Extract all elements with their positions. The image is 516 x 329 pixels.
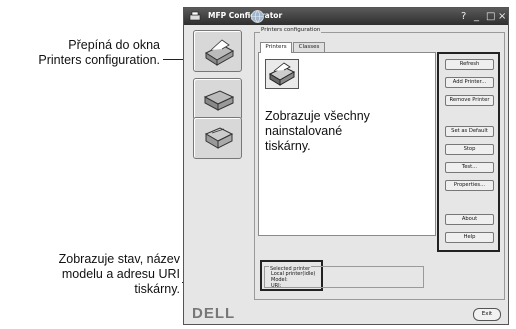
exit-button[interactable]: Exit (473, 308, 501, 321)
printer-icon (268, 62, 296, 86)
globe-icon (251, 10, 264, 23)
about-button[interactable]: About (445, 214, 494, 225)
callout-line: tiskárny. (134, 282, 180, 296)
dell-logo: DELL (192, 305, 236, 322)
callout-printers-configuration: Přepíná do okna Printers configuration. (0, 38, 160, 68)
callout-line: Zobrazuje všechny (265, 109, 370, 123)
add-printer-button[interactable]: Add Printer... (445, 77, 494, 88)
properties-button[interactable]: Properties... (445, 180, 494, 191)
group-label: Printers configuration (260, 27, 322, 33)
scanner-icon (203, 90, 235, 111)
close-button[interactable]: × (498, 10, 506, 23)
sidebar-item-scanners[interactable] (193, 78, 242, 120)
refresh-button[interactable]: Refresh (445, 59, 494, 70)
callout-line: modelu a adresu URI (61, 267, 180, 281)
port-icon (204, 127, 234, 149)
help-button[interactable]: Help (445, 232, 494, 243)
callout-line: nainstalované (265, 124, 343, 138)
callout-line: tiskárny. (265, 139, 311, 153)
sidebar-item-printers[interactable] (193, 30, 242, 72)
set-as-default-button[interactable]: Set as Default (445, 126, 494, 137)
printer-list-item[interactable] (265, 59, 299, 89)
printer-actions-panel: Refresh Add Printer... Remove Printer Se… (437, 52, 500, 252)
callout-selected-printer: Zobrazuje stav, název modelu a adresu UR… (0, 252, 180, 297)
help-button[interactable]: ? (461, 10, 466, 23)
stop-button[interactable]: Stop (445, 144, 494, 155)
selected-printer-highlight: Selected printer Local printer(idle) Mod… (260, 260, 424, 291)
test-button[interactable]: Test... (445, 162, 494, 173)
callout-line: Přepíná do okna (68, 38, 160, 52)
tab-classes[interactable]: Classes (293, 42, 325, 52)
printer-uri: URI: (271, 283, 282, 289)
callout-line: Zobrazuje stav, název (58, 252, 180, 266)
printer-app-icon (189, 11, 201, 21)
printer-list[interactable]: Zobrazuje všechny nainstalované tiskárny… (258, 52, 436, 236)
callout-printer-list: Zobrazuje všechny nainstalované tiskárny… (265, 109, 425, 154)
minimize-button[interactable]: _ (474, 10, 479, 23)
title-bar[interactable]: MFP Configurator ? _ □ × (184, 8, 508, 25)
callout-line: Printers configuration. (38, 53, 160, 67)
selected-printer-panel: Selected printer Local printer(idle) Mod… (264, 266, 424, 289)
sidebar-item-ports[interactable] (193, 117, 242, 159)
maximize-button[interactable]: □ (486, 10, 495, 23)
window-title: MFP Configurator (208, 11, 283, 20)
remove-printer-button[interactable]: Remove Printer (445, 95, 494, 106)
mfp-configurator-window: MFP Configurator ? _ □ × Printers config… (183, 7, 509, 325)
printer-icon (204, 39, 235, 66)
tab-printers[interactable]: Printers (260, 42, 292, 53)
